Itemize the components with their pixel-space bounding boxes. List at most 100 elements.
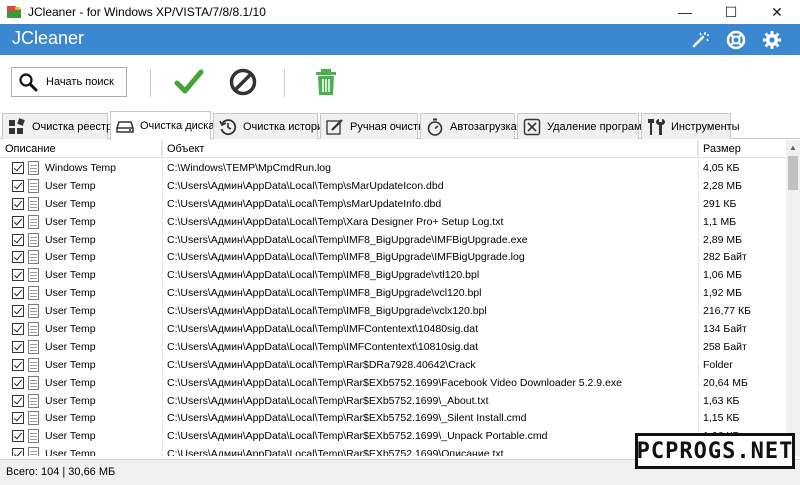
row-object: C:\Users\Админ\AppData\Local\Temp\Rar$DR… [167, 358, 476, 371]
row-description: User Temp [45, 358, 96, 371]
app-header: JCleaner [0, 24, 800, 55]
help-lifebuoy-icon[interactable] [726, 30, 746, 50]
search-icon [18, 72, 38, 92]
row-description: User Temp [45, 376, 96, 389]
row-object: C:\Users\Админ\AppData\Local\Temp\Xara D… [167, 215, 504, 228]
table-body: Windows Temp C:\Windows\TEMP\MpCmdRun.log… [0, 159, 786, 456]
tab-uninstall-programs[interactable]: Удаление программ [517, 113, 649, 139]
tab-tools[interactable]: Инструменты [641, 113, 740, 139]
row-size: 1,15 КБ [703, 412, 740, 425]
file-icon [28, 393, 39, 408]
row-checkbox[interactable] [12, 448, 24, 456]
row-checkbox[interactable] [12, 376, 24, 389]
registry-icon [7, 117, 27, 137]
file-icon [28, 214, 39, 229]
start-search-label: Начать поиск [46, 76, 114, 88]
tools-icon [646, 117, 666, 137]
row-object: C:\Users\Админ\AppData\Local\Temp\IMF8_B… [167, 251, 525, 264]
tab-manual-cleanup[interactable]: Ручная очистка [320, 113, 429, 139]
row-checkbox[interactable] [12, 305, 24, 318]
row-size: 216,77 КБ [703, 305, 752, 318]
row-description: User Temp [45, 287, 96, 300]
file-icon [28, 411, 39, 426]
table-row[interactable]: User Temp C:\Users\Админ\AppData\Local\Te… [0, 338, 786, 356]
row-checkbox[interactable] [12, 215, 24, 228]
row-object: C:\Windows\TEMP\MpCmdRun.log [167, 162, 331, 174]
tab-history-cleanup[interactable]: Очистка истории [213, 113, 329, 139]
checkmark-icon[interactable] [174, 67, 204, 97]
uninstall-icon [522, 117, 542, 137]
gear-icon[interactable] [762, 30, 782, 50]
scroll-up-arrow-icon[interactable]: ▲ [786, 140, 800, 154]
table-row[interactable]: User Temp C:\Users\Админ\AppData\Local\Te… [0, 320, 786, 338]
row-checkbox[interactable] [12, 251, 24, 264]
row-object: C:\Users\Админ\AppData\Local\Temp\IMF8_B… [167, 305, 487, 318]
row-checkbox[interactable] [12, 287, 24, 300]
row-checkbox[interactable] [12, 197, 24, 210]
column-object[interactable]: Объект [162, 140, 698, 158]
vertical-scrollbar[interactable]: ▲ [786, 140, 800, 456]
close-button[interactable]: ✕ [754, 0, 800, 24]
row-size: 291 КБ [703, 197, 737, 210]
row-object: C:\Users\Админ\AppData\Local\Temp\Rar$EX… [167, 394, 489, 407]
row-checkbox[interactable] [12, 162, 24, 174]
row-checkbox[interactable] [12, 394, 24, 407]
row-object: C:\Users\Админ\AppData\Local\Temp\Rar$EX… [167, 412, 527, 425]
column-size[interactable]: Размер [698, 140, 786, 158]
table-row[interactable]: User Temp C:\Users\Админ\AppData\Local\Te… [0, 248, 786, 266]
trash-icon[interactable] [311, 67, 341, 97]
table-row[interactable]: User Temp C:\Users\Админ\AppData\Local\Te… [0, 213, 786, 231]
row-checkbox[interactable] [12, 430, 24, 443]
status-total: Всего: 104 | 30,66 МБ [6, 466, 116, 478]
row-size: Folder [703, 358, 733, 371]
column-description[interactable]: Описание [0, 140, 162, 158]
disk-icon [115, 116, 135, 136]
row-checkbox[interactable] [12, 233, 24, 246]
row-size: 20,64 МБ [703, 376, 748, 389]
row-size: 2,28 МБ [703, 179, 742, 192]
tab-autostart[interactable]: Автозагрузка [420, 113, 517, 139]
row-checkbox[interactable] [12, 323, 24, 336]
cancel-icon[interactable] [228, 67, 258, 97]
row-checkbox[interactable] [12, 412, 24, 425]
table-row[interactable]: User Temp C:\Users\Админ\AppData\Local\Te… [0, 177, 786, 195]
row-object: C:\Users\Админ\AppData\Local\Temp\IMFCon… [167, 323, 478, 336]
row-size: 1,92 МБ [703, 287, 742, 300]
tab-registry-cleanup[interactable]: Очистка реестра [2, 113, 118, 139]
table-row[interactable]: User Temp C:\Users\Админ\AppData\Local\Te… [0, 231, 786, 249]
scrollbar-thumb[interactable] [788, 156, 798, 190]
table-row[interactable]: User Temp C:\Users\Админ\AppData\Local\Te… [0, 356, 786, 374]
row-object: C:\Users\Админ\AppData\Local\Temp\Rar$EX… [167, 448, 504, 456]
table-row[interactable]: User Temp C:\Users\Админ\AppData\Local\Te… [0, 266, 786, 284]
table-row[interactable]: User Temp C:\Users\Админ\AppData\Local\Te… [0, 374, 786, 392]
table-row[interactable]: User Temp C:\Users\Админ\AppData\Local\Te… [0, 409, 786, 427]
row-size: 1,06 МБ [703, 269, 742, 282]
row-size: 282 Байт [703, 251, 747, 264]
row-description: User Temp [45, 251, 96, 264]
row-description: User Temp [45, 448, 96, 456]
row-object: C:\Users\Админ\AppData\Local\Temp\IMF8_B… [167, 269, 480, 282]
app-brand: JCleaner [12, 28, 85, 48]
watermark: PCPROGS.NET [635, 433, 795, 469]
file-icon [28, 178, 39, 193]
row-checkbox[interactable] [12, 358, 24, 371]
row-checkbox[interactable] [12, 340, 24, 353]
row-description: User Temp [45, 197, 96, 210]
row-checkbox[interactable] [12, 269, 24, 282]
magic-wand-icon[interactable] [690, 30, 710, 50]
table-row[interactable]: User Temp C:\Users\Админ\AppData\Local\Te… [0, 284, 786, 302]
app-logo-icon [6, 4, 22, 20]
minimize-button[interactable]: — [662, 0, 708, 24]
table-row[interactable]: User Temp C:\Users\Админ\AppData\Local\Te… [0, 302, 786, 320]
table-row[interactable]: Windows Temp C:\Windows\TEMP\MpCmdRun.log… [0, 159, 786, 177]
maximize-button[interactable]: ☐ [708, 0, 754, 24]
table-row[interactable]: User Temp C:\Users\Админ\AppData\Local\Te… [0, 195, 786, 213]
row-checkbox[interactable] [12, 179, 24, 192]
file-icon [28, 161, 39, 175]
toolbar: Начать поиск [0, 55, 800, 111]
start-search-button[interactable]: Начать поиск [11, 67, 127, 97]
toolbar-separator [284, 69, 285, 97]
tab-disk-cleanup[interactable]: Очистка диска [110, 111, 214, 140]
file-icon [28, 232, 39, 247]
table-row[interactable]: User Temp C:\Users\Админ\AppData\Local\Te… [0, 392, 786, 410]
